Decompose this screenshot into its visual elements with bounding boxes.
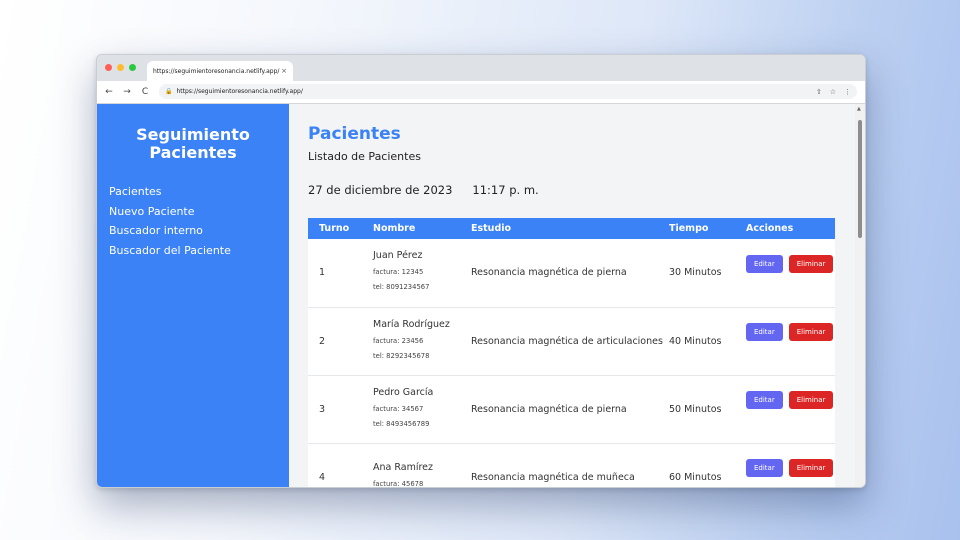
vertical-scrollbar[interactable]: ▲ — [855, 104, 865, 487]
header-acciones: Acciones — [746, 223, 794, 234]
maximize-window-button[interactable] — [129, 64, 136, 71]
patient-tel: tel: 8091234567 — [373, 283, 430, 292]
edit-button[interactable]: Editar — [746, 459, 783, 477]
window-controls — [105, 64, 136, 71]
cell-acciones: Editar Eliminar — [746, 443, 835, 487]
delete-button[interactable]: Eliminar — [788, 459, 834, 477]
header-turno: Turno — [319, 223, 350, 234]
current-time: 11:17 p. m. — [472, 183, 539, 197]
cell-turno: 1 — [319, 267, 326, 279]
current-datetime: 27 de diciembre de 2023 11:17 p. m. — [308, 183, 865, 197]
cell-acciones: Editar Eliminar — [746, 307, 835, 375]
cell-nombre: Juan Pérez factura: 12345 tel: 809123456… — [373, 239, 471, 307]
brand-line-2: Pacientes — [149, 143, 237, 162]
browser-window: https://seguimientoresonancia.netlify.ap… — [96, 54, 866, 488]
table-row: 4 Ana Ramírez factura: 45678 Resonancia … — [308, 443, 835, 487]
reload-icon[interactable]: C — [137, 87, 153, 97]
url-text[interactable]: https://seguimientoresonancia.netlify.ap… — [176, 88, 815, 95]
patient-name: María Rodríguez — [373, 318, 450, 330]
scrollbar-thumb[interactable] — [858, 120, 862, 238]
tab-bar: https://seguimientoresonancia.netlify.ap… — [97, 55, 865, 81]
cell-estudio: Resonancia magnética de muñeca — [471, 471, 635, 483]
cell-estudio: Resonancia magnética de pierna — [471, 403, 627, 415]
patient-tel: tel: 8493456789 — [373, 419, 430, 428]
forward-arrow-icon[interactable]: → — [119, 87, 135, 97]
sidebar-nav: Pacientes Nuevo Paciente Buscador intern… — [97, 182, 289, 260]
patient-tel: tel: 8292345678 — [373, 351, 430, 360]
close-window-button[interactable] — [105, 64, 112, 71]
address-bar: ← → C 🔒 https://seguimientoresonancia.ne… — [97, 81, 865, 104]
patient-name: Ana Ramírez — [373, 462, 433, 473]
minimize-window-button[interactable] — [117, 64, 124, 71]
back-arrow-icon[interactable]: ← — [101, 87, 117, 97]
browser-menu-icon[interactable]: ⋮ — [844, 88, 851, 96]
sidebar: Seguimiento Pacientes Pacientes Nuevo Pa… — [97, 104, 289, 487]
table-row: 2 María Rodríguez factura: 23456 tel: 82… — [308, 307, 835, 375]
edit-button[interactable]: Editar — [746, 391, 783, 409]
patient-factura: factura: 34567 — [373, 404, 424, 413]
cell-nombre: Pedro García factura: 34567 tel: 8493456… — [373, 375, 471, 443]
cell-tiempo: 50 Minutos — [669, 403, 722, 415]
bookmark-star-icon[interactable]: ☆ — [830, 88, 836, 96]
tab-title: https://seguimientoresonancia.netlify.ap… — [153, 67, 280, 75]
table-row: 3 Pedro García factura: 34567 tel: 84934… — [308, 375, 835, 443]
header-nombre: Nombre — [373, 223, 416, 234]
cell-turno: 4 — [319, 471, 326, 483]
cell-turno: 2 — [319, 335, 326, 347]
table-header-row: Turno Nombre Estudio Tiempo Acciones — [308, 218, 835, 239]
cell-nombre: Ana Ramírez factura: 45678 — [373, 443, 471, 487]
patient-factura: factura: 23456 — [373, 336, 424, 345]
header-estudio: Estudio — [471, 223, 512, 234]
delete-button[interactable]: Eliminar — [788, 323, 834, 341]
delete-button[interactable]: Eliminar — [788, 254, 834, 273]
browser-tab[interactable]: https://seguimientoresonancia.netlify.ap… — [147, 61, 293, 81]
app-brand: Seguimiento Pacientes — [97, 126, 289, 162]
patient-factura: factura: 45678 — [373, 480, 424, 487]
lock-icon[interactable]: 🔒 — [165, 88, 172, 95]
cell-estudio: Resonancia magnética de pierna — [471, 267, 627, 279]
cell-acciones: Editar Eliminar — [746, 375, 835, 443]
delete-button[interactable]: Eliminar — [788, 391, 834, 409]
cell-nombre: María Rodríguez factura: 23456 tel: 8292… — [373, 307, 471, 375]
cell-estudio: Resonancia magnética de articulaciones — [471, 335, 663, 347]
page-content: Seguimiento Pacientes Pacientes Nuevo Pa… — [97, 104, 865, 487]
patient-name: Pedro García — [373, 386, 434, 398]
cell-tiempo: 60 Minutos — [669, 471, 722, 483]
patient-name: Juan Pérez — [373, 250, 423, 262]
header-tiempo: Tiempo — [669, 223, 709, 234]
edit-button[interactable]: Editar — [746, 254, 783, 273]
page-subtitle: Listado de Pacientes — [308, 150, 421, 163]
cell-tiempo: 40 Minutos — [669, 335, 722, 347]
brand-line-1: Seguimiento — [136, 125, 250, 144]
patients-table: Turno Nombre Estudio Tiempo Acciones 1 J… — [308, 218, 835, 487]
cell-turno: 3 — [319, 403, 326, 415]
patient-factura: factura: 12345 — [373, 268, 424, 277]
cell-tiempo: 30 Minutos — [669, 267, 722, 279]
scroll-up-arrow-icon[interactable]: ▲ — [857, 106, 861, 112]
patients-table-container: Turno Nombre Estudio Tiempo Acciones 1 J… — [308, 218, 835, 487]
table-row: 1 Juan Pérez factura: 12345 tel: 8091234… — [308, 239, 835, 307]
sidebar-item-buscador-paciente[interactable]: Buscador del Paciente — [109, 241, 289, 261]
cell-acciones: Editar Eliminar — [746, 239, 835, 307]
page-title: Pacientes — [308, 124, 401, 144]
share-icon[interactable]: ⇧ — [816, 88, 822, 96]
url-field[interactable]: 🔒 https://seguimientoresonancia.netlify.… — [159, 84, 857, 99]
sidebar-item-buscador-interno[interactable]: Buscador interno — [109, 221, 289, 241]
current-date: 27 de diciembre de 2023 — [308, 183, 453, 197]
close-tab-icon[interactable]: × — [281, 67, 287, 75]
main-panel: Pacientes Listado de Pacientes 27 de dic… — [289, 104, 865, 487]
sidebar-item-nuevo-paciente[interactable]: Nuevo Paciente — [109, 202, 289, 222]
edit-button[interactable]: Editar — [746, 323, 783, 341]
sidebar-item-pacientes[interactable]: Pacientes — [109, 182, 289, 202]
